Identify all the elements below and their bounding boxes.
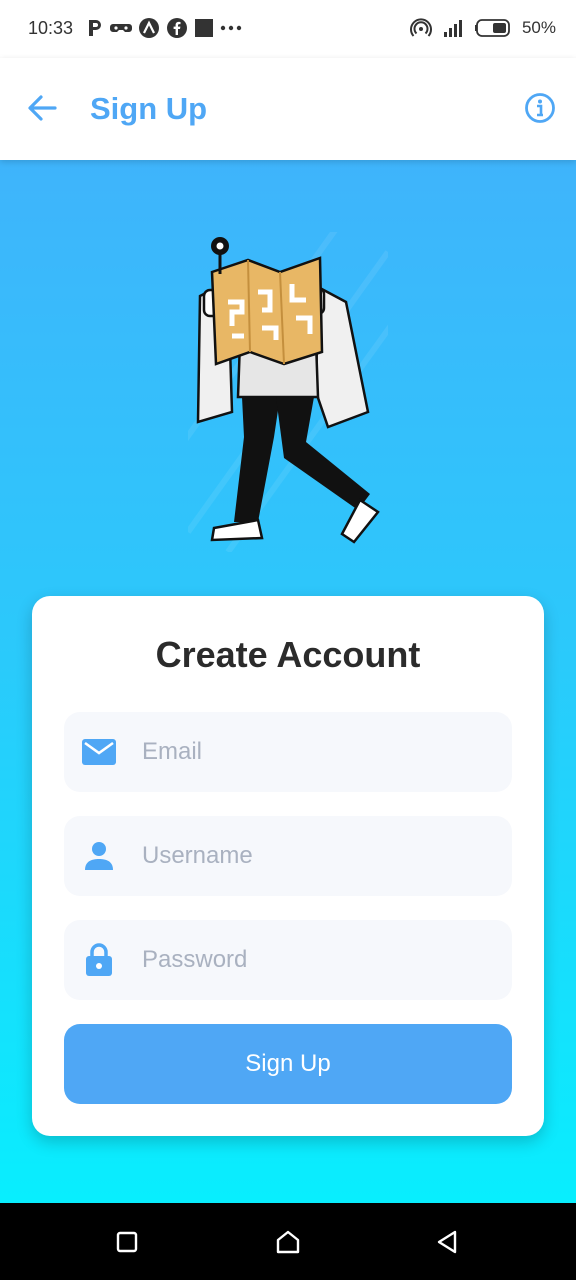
battery-percent: 50% [521, 18, 556, 37]
notification-icons [86, 17, 242, 39]
facebook-icon [166, 17, 188, 39]
app-a-icon [138, 17, 160, 39]
password-placeholder: Password [142, 946, 248, 973]
status-bar: 10:33 50% [0, 0, 576, 58]
info-icon [524, 92, 556, 124]
square-notification-icon [194, 18, 214, 38]
app-bar: Sign Up [0, 58, 576, 160]
home-button[interactable] [271, 1225, 305, 1259]
more-dots-icon [220, 25, 242, 31]
battery-icon [474, 18, 512, 38]
system-icons: 50% [409, 17, 556, 39]
map-reader-illustration [145, 210, 411, 554]
back-button[interactable] [24, 90, 60, 126]
mail-icon [82, 735, 116, 769]
home-icon [275, 1229, 301, 1255]
card-title: Create Account [155, 634, 421, 675]
back-triangle-icon [435, 1229, 459, 1255]
status-time: 10:33 [28, 18, 74, 38]
person-icon [82, 839, 116, 873]
email-field[interactable]: Email [64, 712, 512, 792]
password-field[interactable]: Password [64, 920, 512, 1000]
sign-up-button[interactable]: Sign Up [64, 1024, 512, 1104]
hotspot-icon [409, 17, 432, 39]
arrow-back-icon [27, 94, 57, 122]
signal-icon [442, 17, 464, 39]
recent-apps-button[interactable] [110, 1225, 144, 1259]
nav-back-button[interactable] [430, 1225, 464, 1259]
recent-apps-icon [116, 1231, 138, 1253]
signup-card: Create Account Email Username Password S… [32, 596, 544, 1136]
info-button[interactable] [524, 92, 556, 124]
username-field[interactable]: Username [64, 816, 512, 896]
parking-icon [86, 18, 104, 38]
username-placeholder: Username [142, 842, 253, 869]
system-nav-bar [0, 1203, 576, 1280]
game-controller-icon [110, 20, 132, 36]
email-placeholder: Email [142, 738, 203, 765]
page-title: Sign Up [90, 91, 208, 126]
lock-icon [82, 943, 116, 977]
main-content: Create Account Email Username Password S… [0, 160, 576, 1203]
